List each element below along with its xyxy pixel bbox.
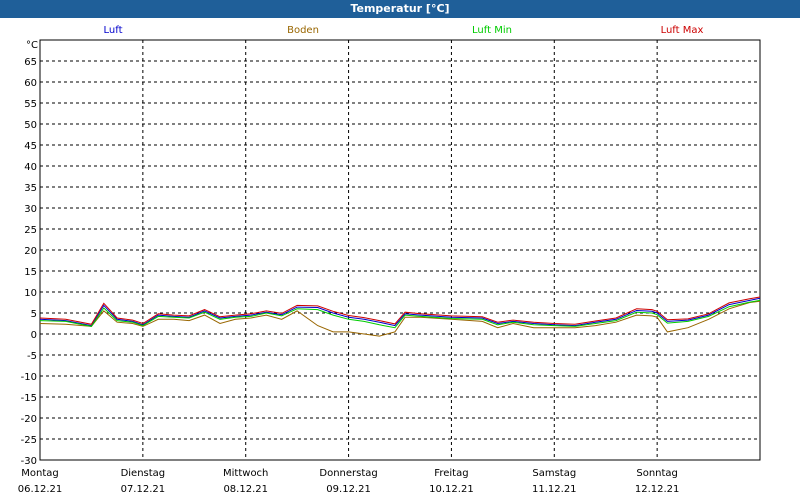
x-tick-day: Sonntag	[636, 468, 678, 479]
temperature-chart: 65605550454035302520151050-5-10-15-20-25…	[18, 39, 761, 495]
x-tick-day: Montag	[21, 468, 58, 479]
y-tick-label: 30	[24, 204, 37, 215]
y-tick-label: 40	[24, 162, 37, 173]
y-tick-label: -25	[21, 435, 37, 446]
x-tick-day: Mittwoch	[223, 468, 268, 479]
y-tick-label: -15	[21, 393, 37, 404]
x-tick-day: Dienstag	[121, 468, 166, 479]
y-unit-label: °C	[26, 40, 38, 51]
x-tick-day: Freitag	[434, 468, 468, 479]
y-tick-label: -10	[21, 372, 37, 383]
grid-lines	[40, 40, 760, 460]
x-tick-date: 07.12.21	[121, 484, 166, 495]
x-tick-day: Samstag	[532, 468, 576, 479]
y-tick-label: 25	[24, 225, 37, 236]
x-tick-date: 06.12.21	[18, 484, 63, 495]
y-tick-label: 50	[24, 120, 37, 131]
x-tick-day: Donnerstag	[319, 468, 377, 479]
x-axis-ticks: Montag 06.12.21 Dienstag 07.12.21 Mittwoch 08…	[18, 468, 680, 495]
y-tick-label: 20	[24, 246, 37, 257]
y-tick-label: 65	[24, 57, 37, 68]
y-tick-label: -5	[27, 351, 37, 362]
y-tick-label: 0	[31, 330, 37, 341]
y-tick-label: 15	[24, 267, 37, 278]
y-tick-label: -20	[21, 414, 37, 425]
x-tick-date: 09.12.21	[326, 484, 371, 495]
y-tick-label: 55	[24, 99, 37, 110]
y-tick-label: 60	[24, 78, 37, 89]
y-tick-label: 5	[31, 309, 37, 320]
y-tick-label: 45	[24, 141, 37, 152]
y-tick-label: 35	[24, 183, 37, 194]
x-tick-date: 11.12.21	[532, 484, 577, 495]
x-tick-date: 08.12.21	[223, 484, 268, 495]
x-tick-date: 10.12.21	[429, 484, 474, 495]
y-tick-label: -30	[21, 456, 37, 467]
y-tick-label: 10	[24, 288, 37, 299]
x-tick-date: 12.12.21	[635, 484, 680, 495]
y-axis-ticks: 65605550454035302520151050-5-10-15-20-25…	[21, 57, 37, 467]
